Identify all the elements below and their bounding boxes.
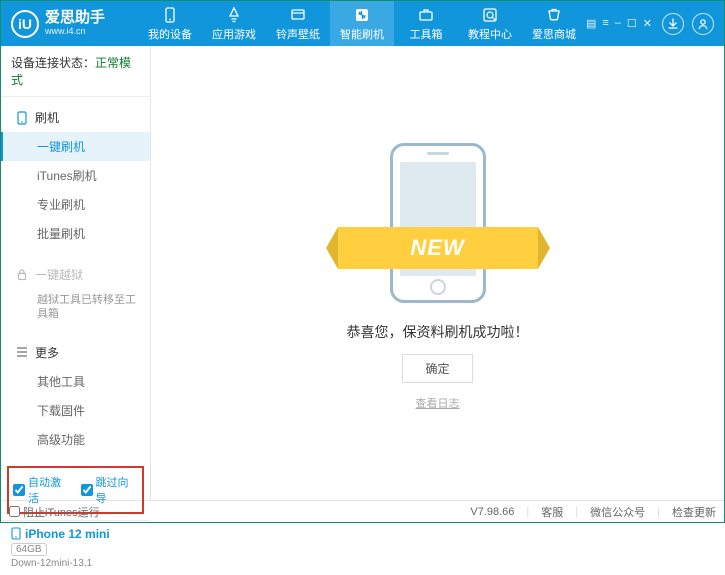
device-name: iPhone 12 mini bbox=[25, 527, 110, 541]
sidebar-flash-item-1[interactable]: iTunes刷机 bbox=[1, 161, 150, 190]
nav-item-4[interactable]: 工具箱 bbox=[394, 1, 458, 46]
auto-activate-checkbox[interactable]: 自动激活 bbox=[13, 474, 71, 506]
minimize-icon[interactable]: – bbox=[615, 17, 621, 30]
window-controls: ▤ ≡ – ☐ ✕ bbox=[586, 17, 652, 30]
download-button[interactable] bbox=[662, 13, 684, 35]
phone-icon bbox=[15, 111, 29, 125]
nav-icon bbox=[417, 6, 435, 24]
version-label: V7.98.66 bbox=[470, 506, 514, 518]
nav-icon bbox=[353, 6, 371, 24]
main-nav: 我的设备应用游戏铃声壁纸智能刷机工具箱教程中心爱思商城 bbox=[138, 1, 586, 46]
section-more-title: 更多 bbox=[35, 344, 59, 361]
jailbreak-note: 越狱工具已转移至工具箱 bbox=[1, 289, 150, 326]
logo-area: iU 爱思助手 www.i4.cn bbox=[1, 10, 138, 38]
title-bar: iU 爱思助手 www.i4.cn 我的设备应用游戏铃声壁纸智能刷机工具箱教程中… bbox=[1, 1, 724, 46]
device-info[interactable]: iPhone 12 mini 64GB Down-12mini-13,1 bbox=[1, 520, 150, 575]
section-jailbreak-title: 一键越狱 bbox=[35, 266, 83, 283]
sidebar: 设备连接状态：正常模式 刷机 一键刷机iTunes刷机专业刷机批量刷机 一键越狱… bbox=[1, 46, 151, 500]
nav-item-0[interactable]: 我的设备 bbox=[138, 1, 202, 46]
new-ribbon: NEW bbox=[338, 227, 538, 269]
nav-item-5[interactable]: 教程中心 bbox=[458, 1, 522, 46]
device-icon bbox=[11, 527, 21, 540]
section-jailbreak-header[interactable]: 一键越狱 bbox=[1, 260, 150, 289]
nav-item-2[interactable]: 铃声壁纸 bbox=[266, 1, 330, 46]
success-message: 恭喜您，保资料刷机成功啦！ bbox=[347, 322, 529, 342]
skip-guide-checkbox[interactable]: 跳过向导 bbox=[81, 474, 139, 506]
success-illustration: NEW bbox=[338, 135, 538, 310]
support-link[interactable]: 客服 bbox=[541, 504, 563, 520]
nav-item-6[interactable]: 爱思商城 bbox=[522, 1, 586, 46]
nav-icon bbox=[161, 6, 179, 24]
check-update-link[interactable]: 检查更新 bbox=[672, 504, 716, 520]
close-icon[interactable]: ✕ bbox=[643, 17, 652, 30]
menu-icon[interactable]: ▤ bbox=[586, 17, 596, 30]
sidebar-more-item-2[interactable]: 高级功能 bbox=[1, 425, 150, 454]
app-title: 爱思助手 bbox=[45, 10, 105, 27]
section-flash-header[interactable]: 刷机 bbox=[1, 103, 150, 132]
app-subtitle: www.i4.cn bbox=[45, 27, 105, 37]
nav-item-1[interactable]: 应用游戏 bbox=[202, 1, 266, 46]
nav-icon bbox=[545, 6, 563, 24]
user-icon bbox=[697, 18, 709, 30]
settings-icon[interactable]: ≡ bbox=[602, 17, 608, 30]
sidebar-flash-item-0[interactable]: 一键刷机 bbox=[1, 132, 150, 161]
connection-status: 设备连接状态：正常模式 bbox=[1, 46, 150, 97]
wechat-link[interactable]: 微信公众号 bbox=[590, 504, 645, 520]
device-storage-badge: 64GB bbox=[11, 543, 47, 556]
sidebar-flash-item-3[interactable]: 批量刷机 bbox=[1, 219, 150, 248]
block-itunes-checkbox[interactable]: 阻止iTunes运行 bbox=[9, 504, 100, 520]
app-logo-icon: iU bbox=[11, 10, 39, 38]
download-icon bbox=[667, 18, 679, 30]
list-icon bbox=[15, 345, 29, 359]
section-more-header[interactable]: 更多 bbox=[1, 338, 150, 367]
nav-icon bbox=[225, 6, 243, 24]
view-log-link[interactable]: 查看日志 bbox=[416, 395, 460, 411]
device-identifier: Down-12mini-13,1 bbox=[11, 558, 140, 569]
ok-button[interactable]: 确定 bbox=[402, 354, 472, 383]
sidebar-flash-item-2[interactable]: 专业刷机 bbox=[1, 190, 150, 219]
nav-icon bbox=[481, 6, 499, 24]
lock-icon bbox=[15, 268, 29, 282]
nav-icon bbox=[289, 6, 307, 24]
sidebar-more-item-0[interactable]: 其他工具 bbox=[1, 367, 150, 396]
nav-item-3[interactable]: 智能刷机 bbox=[330, 1, 394, 46]
maximize-icon[interactable]: ☐ bbox=[627, 17, 637, 30]
account-button[interactable] bbox=[692, 13, 714, 35]
main-content: NEW 恭喜您，保资料刷机成功啦！ 确定 查看日志 bbox=[151, 46, 724, 500]
sidebar-more-item-1[interactable]: 下载固件 bbox=[1, 396, 150, 425]
section-flash-title: 刷机 bbox=[35, 109, 59, 126]
status-label: 设备连接状态： bbox=[11, 56, 95, 70]
